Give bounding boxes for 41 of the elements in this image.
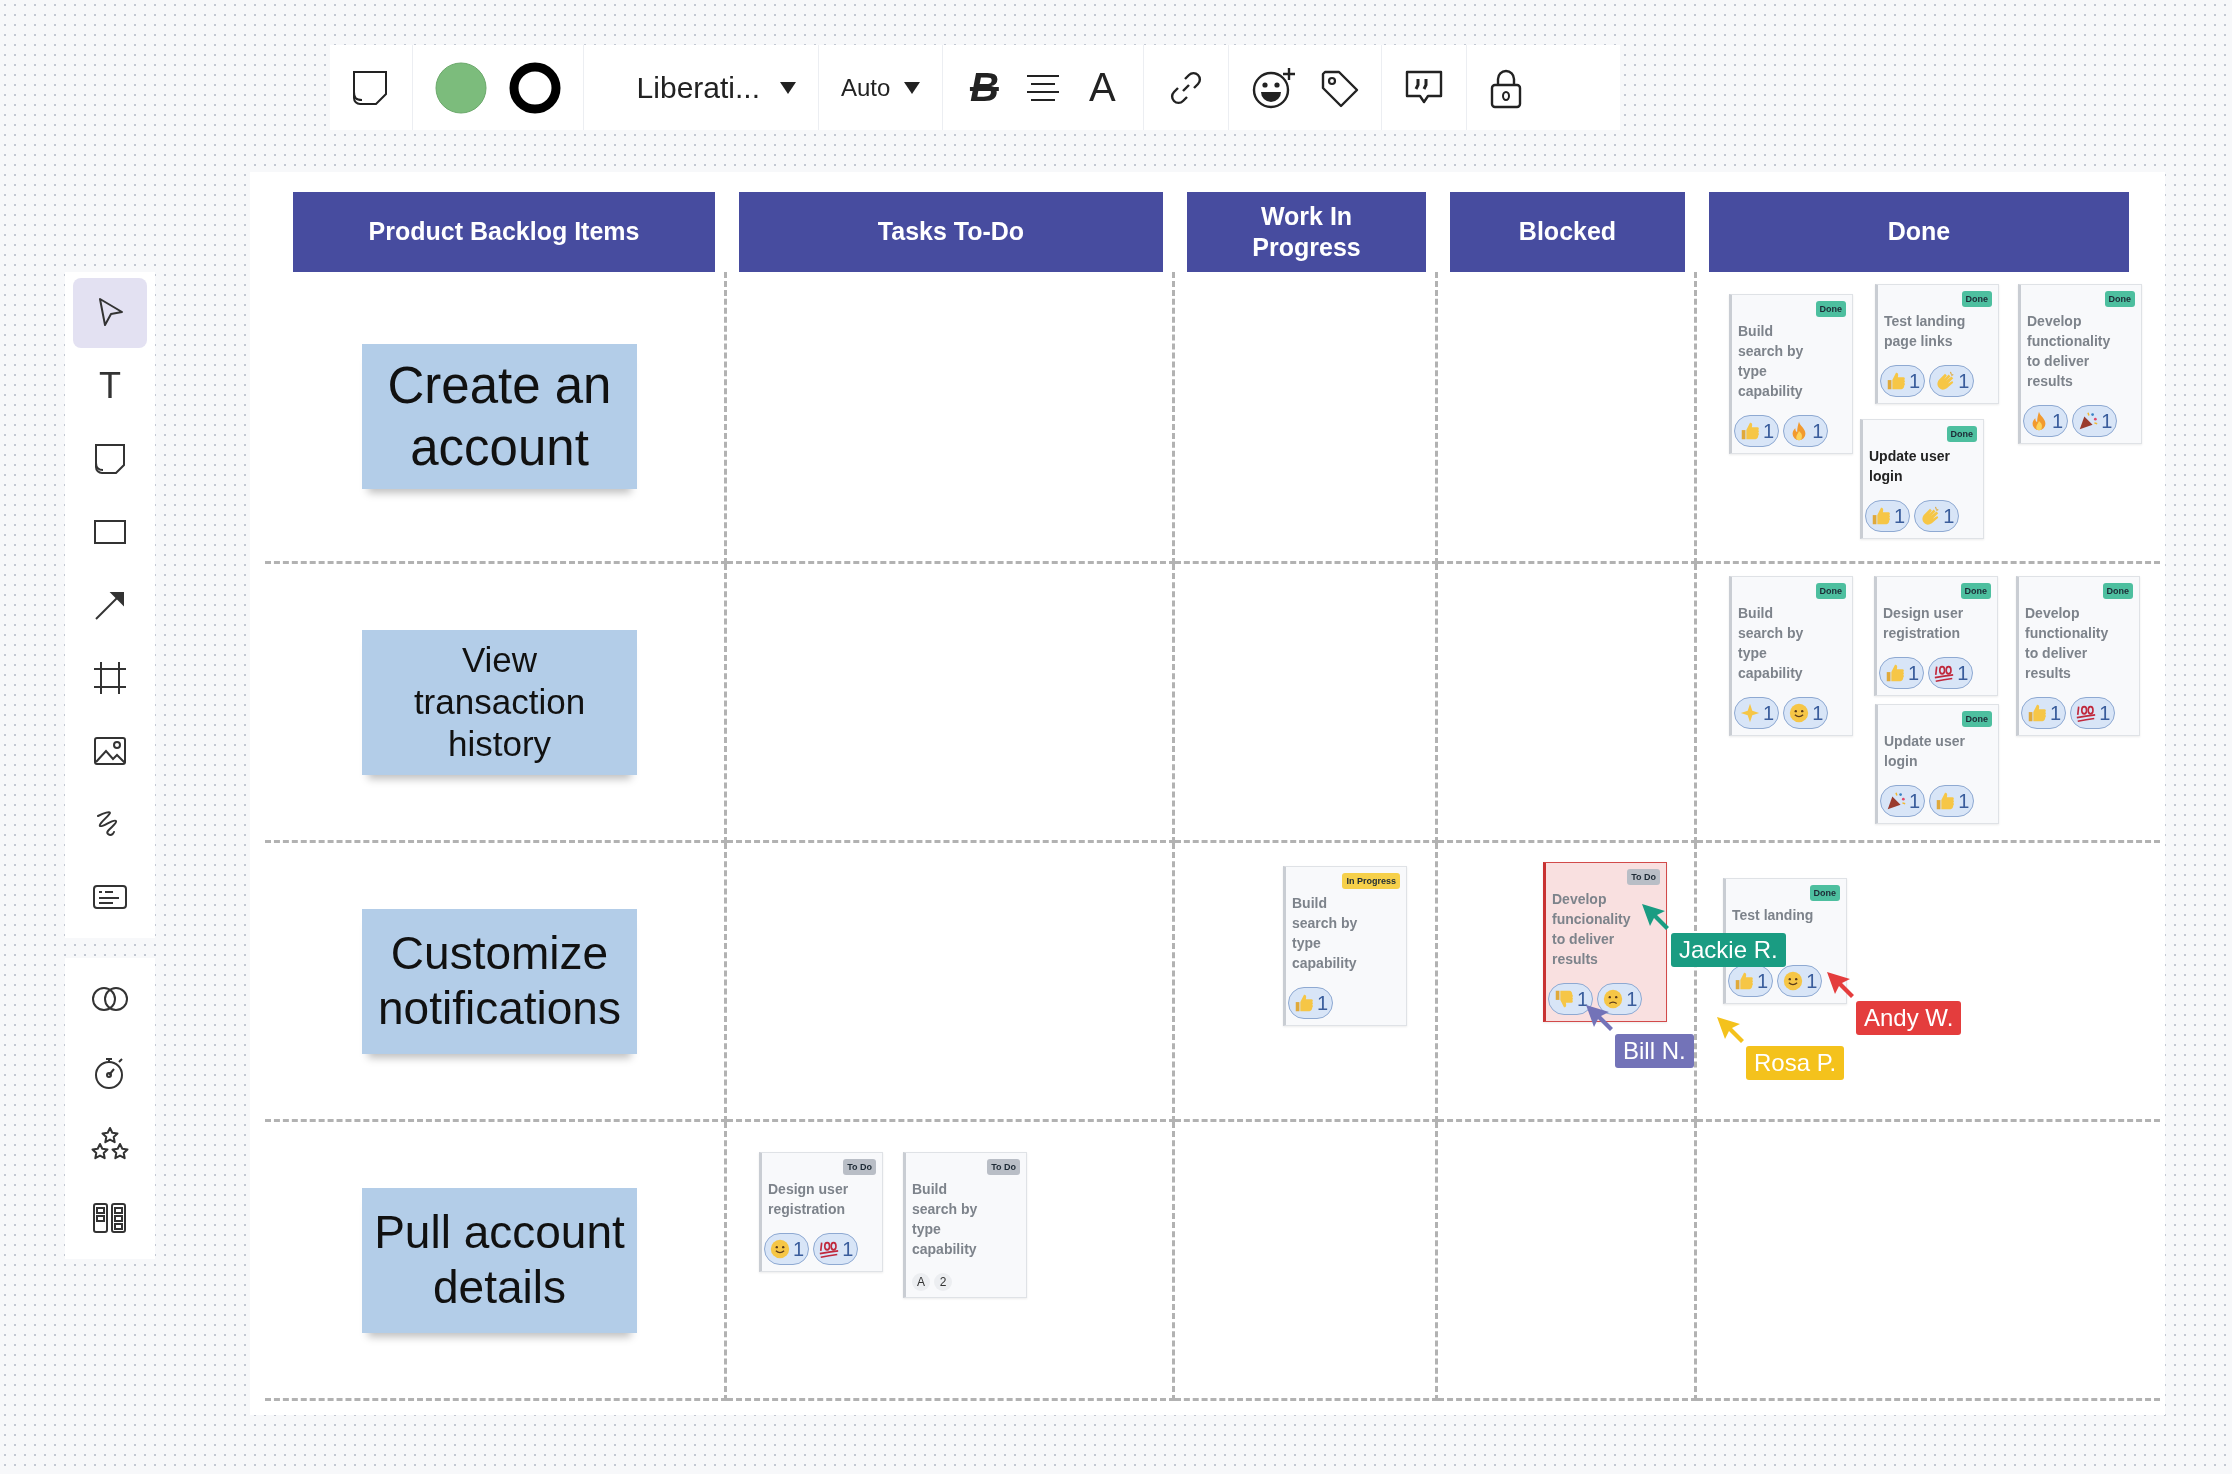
card-title: Build search by type capability bbox=[1738, 604, 1805, 683]
card-title: Build search by type capability bbox=[1292, 894, 1359, 973]
column-header: Product Backlog Items bbox=[293, 192, 715, 272]
status-tag: Done bbox=[2104, 291, 2135, 307]
card-badge: 2 bbox=[934, 1273, 952, 1291]
status-tag: Done bbox=[1961, 291, 1992, 307]
card-title: Develop functionality to deliver results bbox=[2025, 604, 2109, 683]
status-tag: Done bbox=[1961, 711, 1992, 727]
column-header: Work In Progress bbox=[1187, 192, 1426, 272]
cursor-name-tooltip: Rosa P. bbox=[1746, 1046, 1845, 1080]
card-badge: A bbox=[912, 1273, 930, 1291]
card-title: Develop functionality to deliver results bbox=[2027, 312, 2111, 391]
status-tag: Done bbox=[1809, 885, 1840, 901]
column-header: Tasks To-Do bbox=[739, 192, 1163, 272]
status-tag: To Do bbox=[987, 1159, 1020, 1175]
card-title: Build search by type capability bbox=[1738, 322, 1805, 401]
card-title: Design user registration bbox=[1883, 604, 1965, 643]
status-tag: Done bbox=[1960, 583, 1991, 599]
cursor-name-tooltip: Andy W. bbox=[1856, 1001, 1962, 1035]
sticky-note: Pull account details bbox=[362, 1187, 637, 1333]
status-tag: Done bbox=[1815, 301, 1846, 317]
sticky-note: View transaction history bbox=[362, 629, 637, 775]
card-title: Test landing bbox=[1732, 906, 1815, 925]
status-tag: Done bbox=[1815, 583, 1846, 599]
card-title: Update user login bbox=[1869, 447, 1951, 486]
card-title: Develop funcionality to deliver results bbox=[1552, 890, 1632, 969]
card-title: Build search by type capability bbox=[912, 1180, 979, 1259]
status-tag: In Progress bbox=[1342, 873, 1400, 889]
cursor-name-tooltip: Bill N. bbox=[1615, 1034, 1694, 1068]
card-title: Test landing page links bbox=[1884, 312, 1967, 351]
cursor-name-tooltip: Jackie R. bbox=[1671, 933, 1786, 967]
status-tag: To Do bbox=[1627, 869, 1660, 885]
status-tag: To Do bbox=[843, 1159, 876, 1175]
column-header: Done bbox=[1709, 192, 2129, 272]
card-title: Update user login bbox=[1884, 732, 1966, 771]
column-header: Blocked bbox=[1450, 192, 1685, 272]
status-tag: Done bbox=[1946, 426, 1977, 442]
sticky-note: Customize notifications bbox=[362, 908, 637, 1054]
status-tag: Done bbox=[2102, 583, 2133, 599]
card-title: Design user registration bbox=[768, 1180, 850, 1219]
sticky-note: Create an account bbox=[362, 344, 637, 489]
